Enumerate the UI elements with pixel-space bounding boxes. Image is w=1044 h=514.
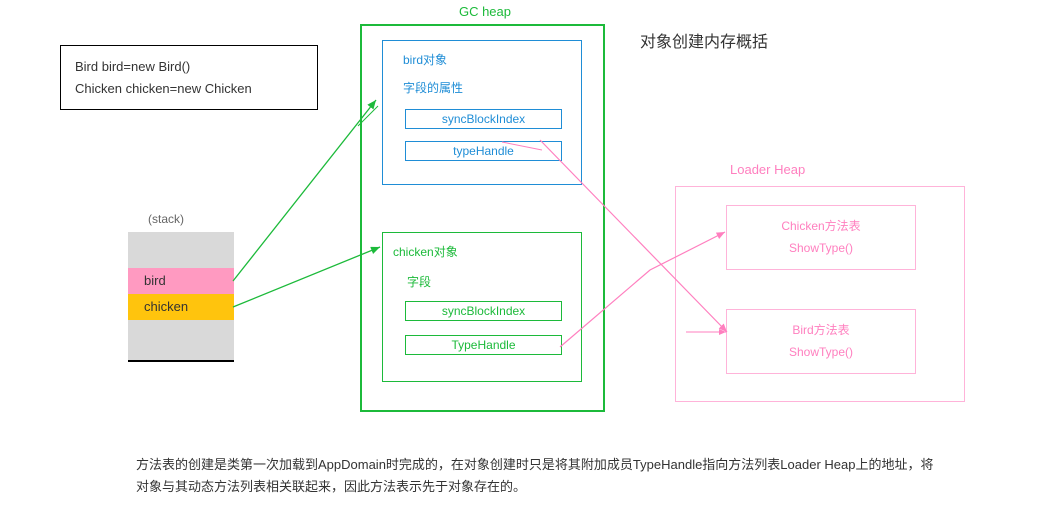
arrow-chicken-to-object [233, 247, 380, 307]
bird-fields-label: 字段的属性 [403, 79, 463, 96]
chicken-fields-label: 字段 [407, 273, 431, 290]
stack-box: bird chicken [128, 232, 234, 362]
code-line-2: Chicken chicken=new Chicken [75, 78, 303, 100]
gc-heap-title: GC heap [380, 4, 590, 19]
bird-syncblockindex: syncBlockIndex [405, 109, 562, 129]
bird-method-table-name: Bird方法表 [733, 320, 909, 342]
bird-object-name: bird对象 [403, 51, 447, 68]
bird-method-table: Bird方法表 ShowType() [726, 309, 916, 374]
code-line-1: Bird bird=new Bird() [75, 56, 303, 78]
footnote-text: 方法表的创建是类第一次加载到AppDomain时完成的，在对象创建时只是将其附加… [136, 454, 936, 498]
bird-method-table-method: ShowType() [733, 342, 909, 364]
stack-var-chicken: chicken [128, 294, 234, 320]
chicken-syncblockindex: syncBlockIndex [405, 301, 562, 321]
chicken-object-box: chicken对象 字段 syncBlockIndex TypeHandle [382, 232, 582, 382]
arrow-bird-to-object [233, 100, 376, 281]
stack-var-bird: bird [128, 268, 234, 294]
chicken-method-table-method: ShowType() [733, 238, 909, 260]
chicken-typehandle: TypeHandle [405, 335, 562, 355]
loader-heap-title: Loader Heap [730, 162, 805, 177]
chicken-method-table-name: Chicken方法表 [733, 216, 909, 238]
loader-heap-container: Chicken方法表 ShowType() Bird方法表 ShowType() [675, 186, 965, 402]
code-declaration-box: Bird bird=new Bird() Chicken chicken=new… [60, 45, 318, 110]
chicken-method-table: Chicken方法表 ShowType() [726, 205, 916, 270]
bird-object-box: bird对象 字段的属性 syncBlockIndex typeHandle [382, 40, 582, 185]
diagram-title: 对象创建内存概括 [640, 28, 768, 52]
gc-heap-container: bird对象 字段的属性 syncBlockIndex typeHandle c… [360, 24, 605, 412]
stack-label: (stack) [148, 212, 184, 226]
chicken-object-name: chicken对象 [393, 243, 458, 260]
bird-typehandle: typeHandle [405, 141, 562, 161]
